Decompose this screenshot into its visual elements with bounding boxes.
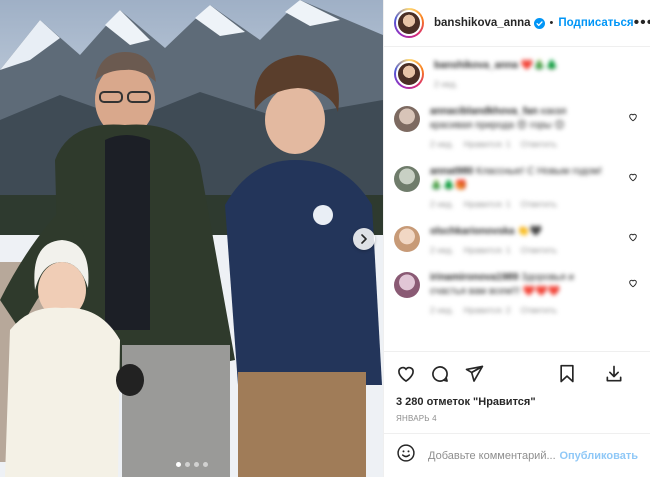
comment-text: olschkarionovska 👏🖤 [430, 225, 610, 239]
carousel-dot [184, 462, 190, 467]
photo-illustration [0, 0, 383, 477]
publish-comment-button[interactable]: Опубликовать [559, 450, 638, 462]
comment-input[interactable] [426, 448, 560, 463]
commenter-username[interactable]: olschkarionovska [430, 226, 514, 237]
post-actions: 3 280 отметок "Нравится" ЯНВАРЬ 4 [384, 351, 650, 423]
comment-body: olschkarionovska 👏🖤 2 нед. Нравится: 1 О… [430, 225, 610, 255]
emoji-icon[interactable] [396, 443, 416, 468]
comment-like-icon[interactable] [628, 275, 638, 293]
commenter-avatar[interactable] [394, 226, 420, 252]
comment-meta: 2 нед. Нравится: 2 Ответить [430, 305, 610, 315]
carousel-indicator [175, 462, 208, 467]
caption-meta: 2 нед. [434, 79, 614, 89]
comment-meta: 2 нед. Нравится: 1 Ответить [430, 139, 610, 149]
comment-time: 2 нед. [430, 139, 454, 149]
comment-time: 2 нед. [430, 305, 454, 315]
carousel-dot [202, 462, 208, 467]
comment-like-icon[interactable] [628, 109, 638, 127]
commenter-avatar[interactable] [394, 166, 420, 192]
header-separator: • [549, 17, 554, 29]
verified-icon [533, 17, 545, 29]
carousel-next-button[interactable] [353, 228, 375, 250]
download-icon[interactable] [604, 364, 624, 384]
commenter-username[interactable]: irinamironova1989 [430, 272, 518, 283]
comment-item: annaciblandkhova_fan какая красивая прир… [394, 105, 640, 149]
share-icon[interactable] [464, 364, 484, 384]
author-avatar[interactable] [394, 8, 424, 38]
carousel-dot [193, 462, 199, 467]
instagram-post: banshikova_anna • Подписаться ••• banshi… [0, 0, 650, 477]
save-icon[interactable] [558, 364, 576, 384]
comment-reply-button[interactable]: Ответить [521, 305, 557, 315]
comment-icon[interactable] [430, 364, 450, 384]
post-date: ЯНВАРЬ 4 [396, 414, 437, 423]
post-caption: banshikova_anna ❤️🎄🌲 2 нед. [394, 59, 640, 89]
caption-text: banshikova_anna ❤️🎄🌲 [434, 59, 614, 73]
post-side-panel: banshikova_anna • Подписаться ••• banshi… [383, 0, 650, 477]
commenter-avatar[interactable] [394, 272, 420, 298]
caption-time: 2 нед. [434, 79, 458, 89]
add-comment-bar: Опубликовать [384, 433, 650, 477]
comment-reply-button[interactable]: Ответить [521, 139, 557, 149]
comment-text: irinamironova1989 Здоровья и счастья вам… [430, 271, 610, 299]
comment-item: annat980 Классные! С Новым годом! 🎄🌲🎁 2 … [394, 165, 640, 209]
post-header: banshikova_anna • Подписаться ••• [384, 0, 650, 47]
comment-like-icon[interactable] [628, 169, 638, 187]
caption-content: ❤️🎄🌲 [520, 60, 559, 71]
comment-likes[interactable]: Нравится: 1 [464, 245, 511, 255]
comment-meta: 2 нед. Нравится: 1 Ответить [430, 245, 610, 255]
action-icons-right [558, 364, 638, 384]
comment-likes[interactable]: Нравится: 1 [464, 199, 511, 209]
more-options-icon[interactable]: ••• [634, 15, 650, 31]
commenter-username[interactable]: annat980 [430, 166, 473, 177]
action-icons-row [396, 360, 638, 388]
comment-body: annat980 Классные! С Новым годом! 🎄🌲🎁 2 … [430, 165, 610, 209]
caption-avatar[interactable] [394, 59, 424, 89]
comment-body: annaciblandkhova_fan какая красивая прир… [430, 105, 610, 149]
comments-list[interactable]: banshikova_anna ❤️🎄🌲 2 нед. annaciblandk… [384, 47, 650, 351]
caption-username[interactable]: banshikova_anna [434, 60, 518, 71]
chevron-right-icon [361, 234, 367, 244]
comment-text: annaciblandkhova_fan какая красивая прир… [430, 105, 610, 133]
comment-time: 2 нед. [430, 199, 454, 209]
likes-count[interactable]: 3 280 отметок "Нравится" [396, 396, 638, 408]
comment-meta: 2 нед. Нравится: 1 Ответить [430, 199, 610, 209]
comment-reply-button[interactable]: Ответить [521, 199, 557, 209]
comment-likes[interactable]: Нравится: 1 [464, 139, 511, 149]
comment-content: 👏🖤 [517, 226, 543, 237]
author-username[interactable]: banshikova_anna [434, 17, 531, 29]
comment-item: olschkarionovska 👏🖤 2 нед. Нравится: 1 О… [394, 225, 640, 255]
follow-button[interactable]: Подписаться [558, 17, 633, 29]
comment-body: irinamironova1989 Здоровья и счастья вам… [430, 271, 610, 315]
comment-like-icon[interactable] [628, 229, 638, 247]
comment-item: irinamironova1989 Здоровья и счастья вам… [394, 271, 640, 315]
carousel-dot [175, 462, 181, 467]
comment-text: annat980 Классные! С Новым годом! 🎄🌲🎁 [430, 165, 610, 193]
comment-reply-button[interactable]: Ответить [521, 245, 557, 255]
post-photo[interactable] [0, 0, 383, 477]
comment-likes[interactable]: Нравится: 2 [464, 305, 511, 315]
avatar-image [396, 10, 422, 36]
commenter-avatar[interactable] [394, 106, 420, 132]
caption-body: banshikova_anna ❤️🎄🌲 2 нед. [434, 59, 614, 89]
avatar-image [396, 61, 422, 87]
like-icon[interactable] [396, 364, 416, 384]
comment-time: 2 нед. [430, 245, 454, 255]
commenter-username[interactable]: annaciblandkhova_fan [430, 106, 538, 117]
